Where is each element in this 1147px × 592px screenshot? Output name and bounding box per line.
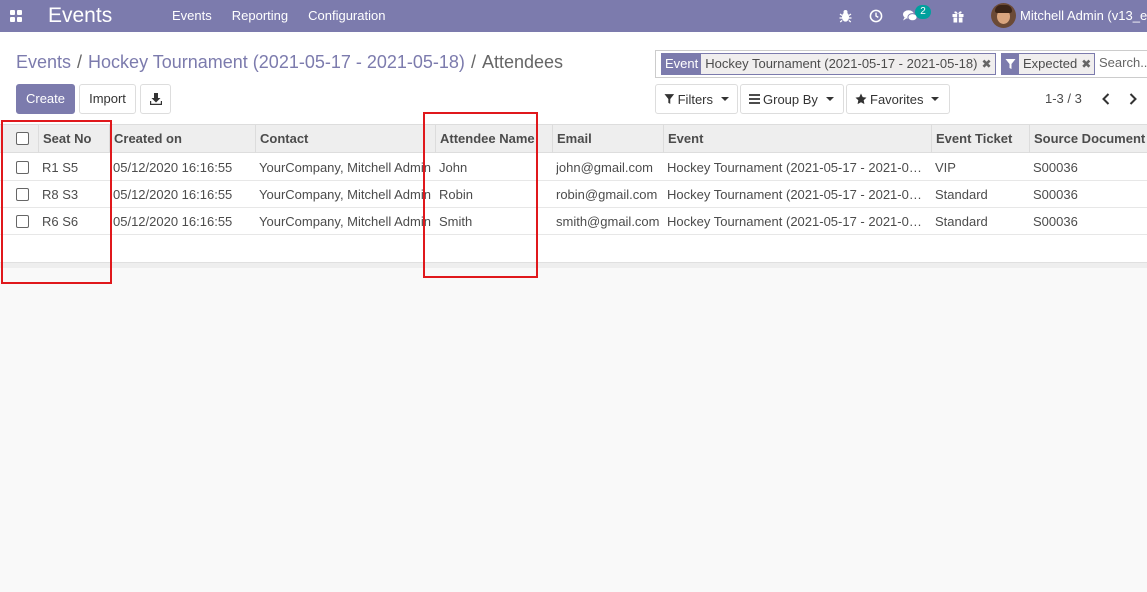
cell-created-on: 05/12/2020 16:16:55 [113,160,233,175]
cell-source-document: S00036 [1033,187,1078,202]
funnel-icon [1002,54,1019,74]
facet-remove-icon[interactable]: ✖ [981,54,994,74]
gift-icon[interactable] [950,8,966,24]
cell-contact: YourCompany, Mitchell Admin [259,187,431,202]
cell-event: Hockey Tournament (2021-05-17 - 2021-05-… [667,160,923,175]
pager-value[interactable]: 1-3 / 3 [1045,91,1082,107]
group-by-button[interactable]: Group By [740,84,844,114]
cell-created-on: 05/12/2020 16:16:55 [113,187,233,202]
search-facet-filter: Expected ✖ [1001,53,1096,75]
search-box[interactable]: Event Hockey Tournament (2021-05-17 - 20… [655,50,1147,78]
caret-down-icon [931,97,940,101]
menu-item-configuration[interactable]: Configuration [308,0,385,32]
user-menu-name[interactable]: Mitchell Admin (v13_e [1020,0,1147,32]
cell-event-ticket: Standard [935,187,988,202]
import-button[interactable]: Import [79,84,136,114]
download-icon [149,93,162,105]
caret-down-icon [721,97,729,101]
main-menu: Events Reporting Configuration [172,0,405,32]
bars-icon [749,94,760,104]
activity-clock-icon[interactable] [868,8,884,24]
facet-remove-icon[interactable]: ✖ [1081,54,1094,74]
debug-bug-icon[interactable] [837,8,853,24]
favorites-button[interactable]: Favorites [846,84,950,114]
breadcrumb-separator: / [470,52,476,72]
cell-event-ticket: VIP [935,160,956,175]
search-facet-event: Event Hockey Tournament (2021-05-17 - 20… [661,53,996,75]
list-footer [0,262,1147,268]
attendees-list: Seat No Created on Contact Attendee Name… [0,124,1147,268]
facet-value-event: Hockey Tournament (2021-05-17 - 2021-05-… [705,56,978,71]
group-by-label: Group By [763,91,818,107]
cell-created-on: 05/12/2020 16:16:55 [113,214,233,229]
table-row[interactable]: R8 S3 05/12/2020 16:16:55 YourCompany, M… [0,181,1147,208]
cell-event: Hockey Tournament (2021-05-17 - 2021-05-… [667,214,923,229]
message-count-badge: 2 [915,5,931,19]
menu-item-events[interactable]: Events [172,0,212,32]
top-navbar: Events Events Reporting Configuration 2 … [0,0,1147,32]
export-download-button[interactable] [140,84,171,114]
control-panel: Events / Hockey Tournament (2021-05-17 - 2… [0,32,1147,124]
column-header-email[interactable]: Email [552,125,663,153]
menu-item-reporting[interactable]: Reporting [232,0,288,32]
create-button[interactable]: Create [16,84,75,114]
annotation-box-attendee-name [423,112,538,278]
breadcrumb-event[interactable]: Hockey Tournament (2021-05-17 - 2021-05-… [88,52,465,72]
cell-contact: YourCompany, Mitchell Admin [259,160,431,175]
table-row[interactable]: R1 S5 05/12/2020 16:16:55 YourCompany, M… [0,154,1147,181]
list-header: Seat No Created on Contact Attendee Name… [0,125,1147,153]
cell-event-ticket: Standard [935,214,988,229]
column-header-event-ticket[interactable]: Event Ticket [931,125,1029,153]
apps-grid-icon[interactable] [10,10,22,22]
column-header-contact[interactable]: Contact [255,125,435,153]
breadcrumb-events[interactable]: Events [16,52,71,72]
favorites-label: Favorites [870,91,924,107]
column-header-created-on[interactable]: Created on [109,125,255,153]
caret-down-icon [825,97,834,101]
facet-label-event: Event [662,54,702,74]
column-header-event[interactable]: Event [663,125,931,153]
cell-source-document: S00036 [1033,214,1078,229]
cell-email: robin@gmail.com [556,187,658,202]
cell-contact: YourCompany, Mitchell Admin [259,214,431,229]
facet-value-filter: Expected [1023,56,1078,71]
cell-email: john@gmail.com [556,160,654,175]
annotation-box-seat-no [1,120,112,284]
table-row[interactable]: R6 S6 05/12/2020 16:16:55 YourCompany, M… [0,208,1147,235]
filters-button[interactable]: Filters [655,84,738,114]
breadcrumb-current: Attendees [481,52,564,72]
pager-previous-icon[interactable] [1099,91,1113,107]
app-title[interactable]: Events [48,4,112,28]
cell-source-document: S00036 [1033,160,1078,175]
star-icon [855,93,867,105]
column-header-source-document[interactable]: Source Document [1029,125,1147,153]
funnel-icon [664,94,675,104]
search-input[interactable] [1099,55,1147,70]
cell-event: Hockey Tournament (2021-05-17 - 2021-05-… [667,187,923,202]
breadcrumb: Events / Hockey Tournament (2021-05-17 - 2… [16,51,563,73]
cell-email: smith@gmail.com [556,214,660,229]
user-avatar[interactable] [991,3,1016,28]
filters-label: Filters [677,91,713,107]
pager-next-icon[interactable] [1126,91,1140,107]
breadcrumb-separator: / [77,52,83,72]
